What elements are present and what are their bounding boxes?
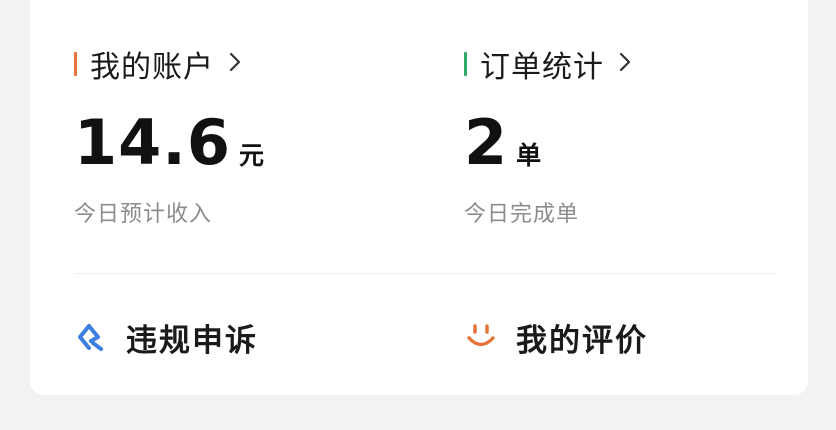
chevron-right-icon xyxy=(228,51,242,77)
account-section: 我的账户 14.6 元 今日预计收入 xyxy=(74,44,414,228)
section-divider xyxy=(76,273,776,274)
chevron-right-icon xyxy=(618,51,632,77)
account-accent-bar xyxy=(74,52,77,76)
orders-unit: 单 xyxy=(516,141,542,170)
account-header-link[interactable]: 我的账户 xyxy=(74,44,414,85)
my-reviews-button[interactable]: 我的评价 xyxy=(464,315,648,359)
orders-header-link[interactable]: 订单统计 xyxy=(464,44,804,85)
account-title: 我的账户 xyxy=(90,50,214,85)
appeal-label: 违规申诉 xyxy=(126,322,258,359)
account-unit: 元 xyxy=(238,141,264,170)
account-caption: 今日预计收入 xyxy=(74,202,213,227)
orders-caption: 今日完成单 xyxy=(464,202,580,227)
orders-title: 订单统计 xyxy=(480,50,604,85)
appeal-icon xyxy=(74,320,108,354)
orders-accent-bar xyxy=(464,52,467,76)
orders-section: 订单统计 2 单 今日完成单 xyxy=(464,44,804,228)
orders-value-row: 2 单 xyxy=(464,112,804,182)
stats-card: 我的账户 14.6 元 今日预计收入 订单统计 2 单 今日完成单 违规申诉 我… xyxy=(30,0,808,395)
orders-value: 2 xyxy=(464,106,509,179)
account-value: 14.6 xyxy=(74,106,231,179)
account-value-row: 14.6 元 xyxy=(74,112,414,182)
smile-icon xyxy=(464,320,498,354)
appeal-button[interactable]: 违规申诉 xyxy=(74,315,258,359)
my-reviews-label: 我的评价 xyxy=(516,322,648,359)
